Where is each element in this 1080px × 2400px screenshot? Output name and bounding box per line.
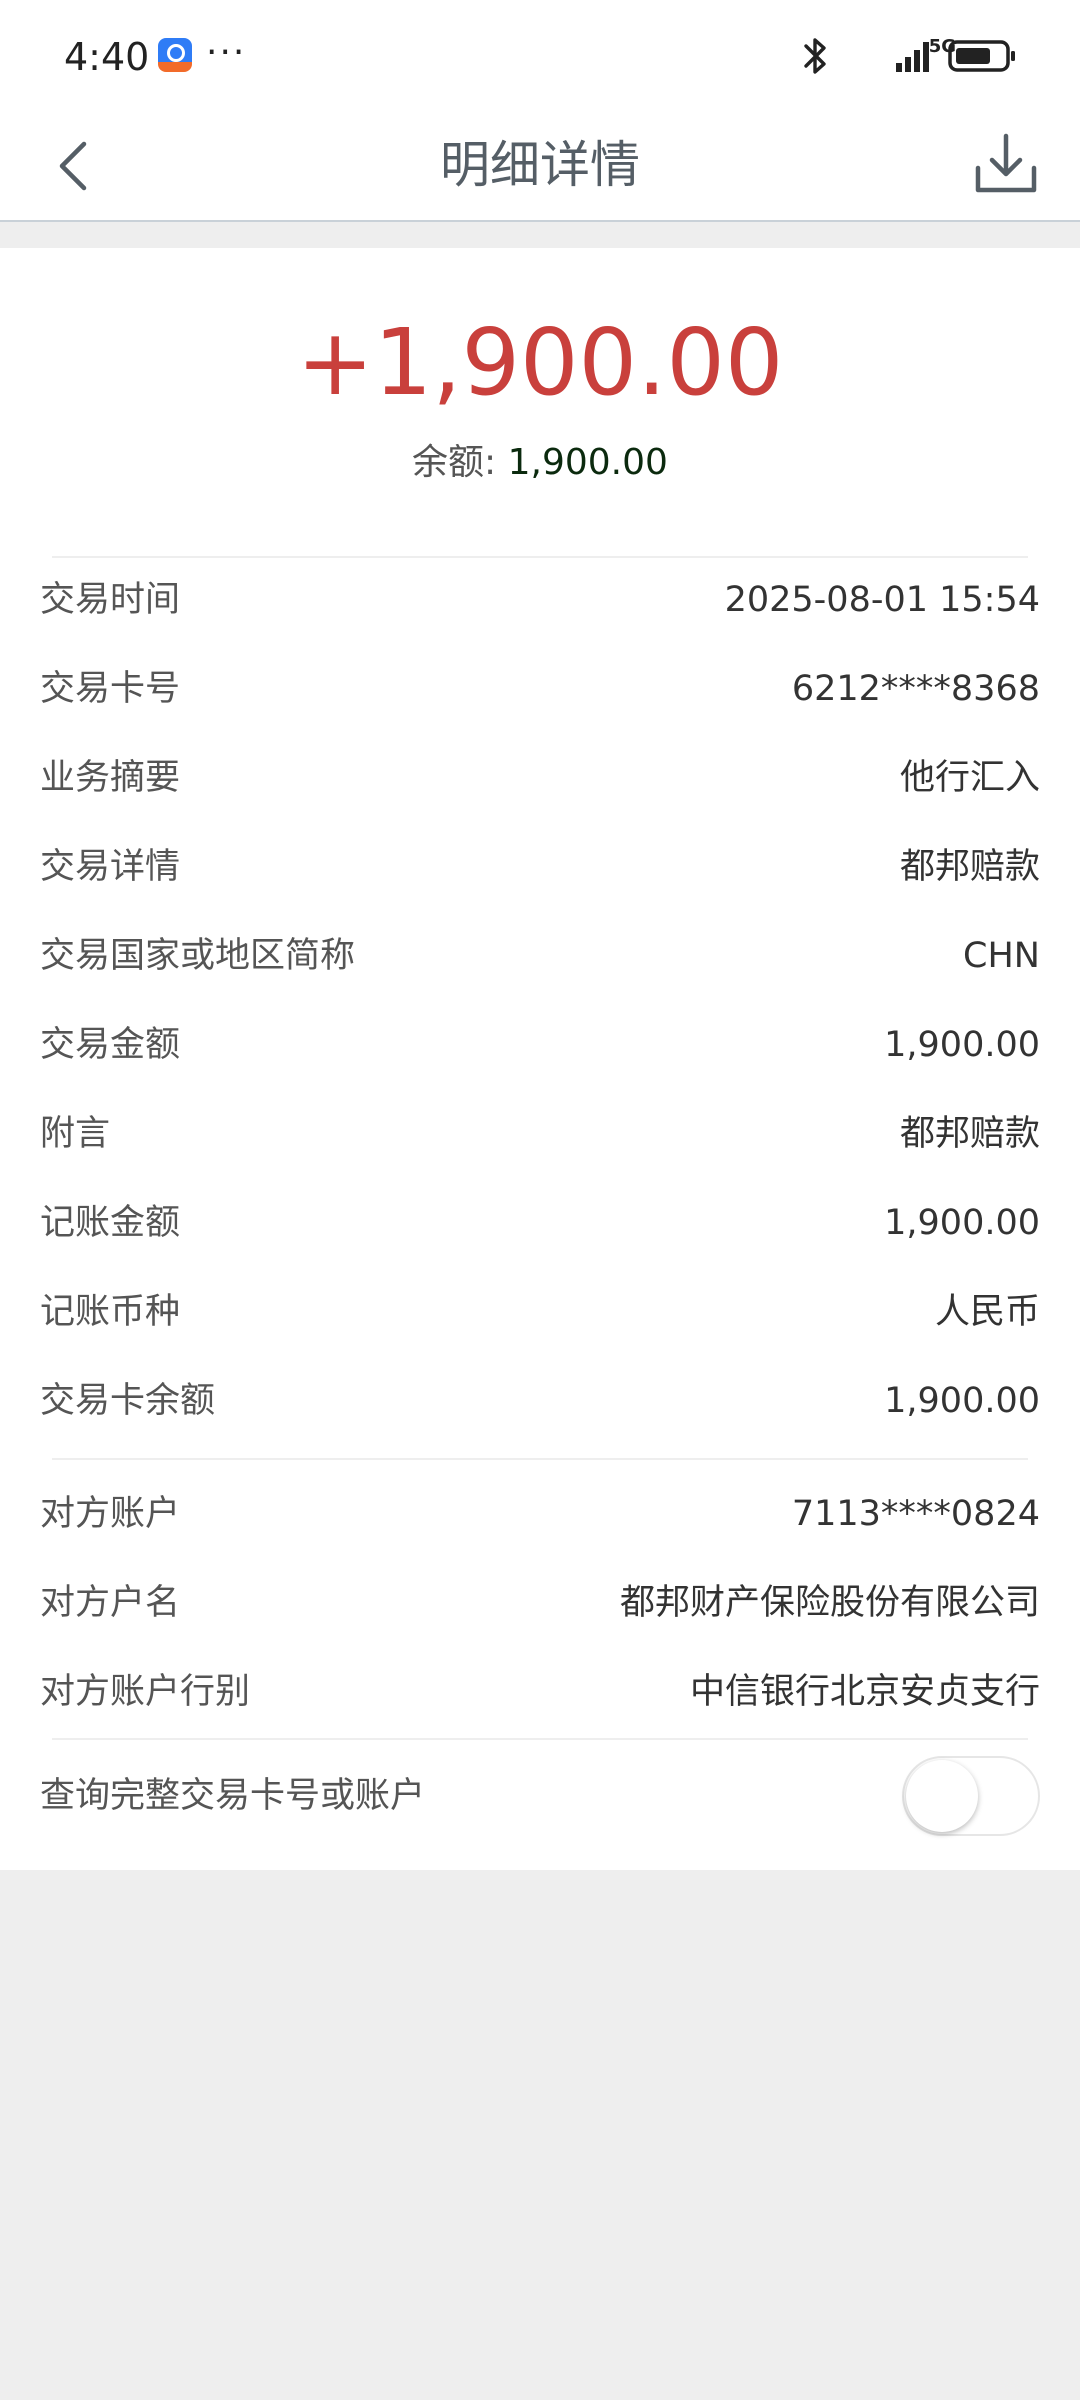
detail-value: 人民币 — [934, 1292, 1040, 1332]
detail-value: 7113****0824 — [791, 1494, 1040, 1534]
detail-label: 附言 — [40, 1114, 111, 1154]
detail-row-country: 交易国家或地区简称 CHN — [40, 916, 1040, 996]
detail-row-remark: 附言 都邦赔款 — [40, 1094, 1040, 1174]
page-title: 明细详情 — [440, 136, 640, 194]
detail-value: 2025-08-01 15:54 — [724, 580, 1040, 620]
divider — [52, 556, 1028, 558]
detail-label: 对方账户行别 — [40, 1672, 251, 1712]
detail-row-currency: 记账币种 人民币 — [40, 1272, 1040, 1352]
signal-icon — [894, 39, 934, 73]
detail-label: 交易详情 — [40, 847, 181, 887]
full-number-toggle[interactable] — [902, 1756, 1040, 1836]
detail-label: 业务摘要 — [40, 758, 181, 798]
detail-row-posted-amount: 记账金额 1,900.00 — [40, 1183, 1040, 1263]
balance-row: 余额: 1,900.00 — [0, 438, 1080, 488]
detail-row-counterparty-bank: 对方账户行别 中信银行北京安贞支行 — [40, 1652, 1040, 1732]
detail-row-transaction-time: 交易时间 2025-08-01 15:54 — [40, 560, 1040, 640]
detail-label: 交易卡余额 — [40, 1381, 216, 1421]
status-bar: 4:40 ··· 5G — [0, 0, 1080, 110]
detail-value: 中信银行北京安贞支行 — [689, 1672, 1040, 1712]
detail-row-counterparty-name: 对方户名 都邦财产保险股份有限公司 — [40, 1563, 1040, 1643]
detail-label: 记账币种 — [40, 1292, 181, 1332]
detail-label: 交易金额 — [40, 1025, 181, 1065]
status-icons — [798, 34, 1018, 78]
status-time: 4:40 — [64, 35, 150, 79]
detail-label: 记账金额 — [40, 1203, 181, 1243]
detail-value: 1,900.00 — [884, 1381, 1040, 1421]
detail-label: 交易时间 — [40, 580, 181, 620]
detail-label: 对方账户 — [40, 1494, 181, 1534]
divider — [52, 1458, 1028, 1460]
detail-row-counterparty-account: 对方账户 7113****0824 — [40, 1474, 1040, 1554]
detail-value: CHN — [963, 936, 1040, 976]
detail-value: 都邦赔款 — [899, 1114, 1040, 1154]
header-bar: 明细详情 — [0, 110, 1080, 222]
detail-row-transaction-amount: 交易金额 1,900.00 — [40, 1005, 1040, 1085]
bluetooth-icon — [798, 36, 832, 76]
detail-value: 6212****8368 — [791, 669, 1040, 709]
detail-label: 对方户名 — [40, 1583, 181, 1623]
detail-row-card-number: 交易卡号 6212****8368 — [40, 649, 1040, 729]
battery-icon — [948, 39, 1018, 73]
download-icon[interactable] — [970, 124, 1042, 204]
detail-label: 交易国家或地区简称 — [40, 936, 356, 976]
transaction-detail-card: +1,900.00 余额: 1,900.00 交易时间 2025-08-01 1… — [0, 248, 1080, 1870]
toggle-knob[interactable] — [906, 1760, 978, 1832]
detail-row-card-balance: 交易卡余额 1,900.00 — [40, 1361, 1040, 1441]
app-notification-icon — [158, 38, 192, 72]
detail-value: 1,900.00 — [884, 1203, 1040, 1243]
transaction-amount: +1,900.00 — [296, 309, 784, 416]
detail-row-summary: 业务摘要 他行汇入 — [40, 738, 1040, 818]
balance-value: 1,900.00 — [507, 442, 668, 483]
detail-value: 都邦财产保险股份有限公司 — [619, 1583, 1040, 1623]
balance-label: 余额: — [412, 442, 508, 483]
toggle-row-full-number: 查询完整交易卡号或账户 — [40, 1756, 1040, 1836]
toggle-label: 查询完整交易卡号或账户 — [40, 1776, 426, 1816]
detail-value: 都邦赔款 — [899, 847, 1040, 887]
divider — [52, 1738, 1028, 1740]
more-notifications-icon: ··· — [206, 32, 247, 73]
detail-row-transaction-detail: 交易详情 都邦赔款 — [40, 827, 1040, 907]
detail-value: 1,900.00 — [884, 1025, 1040, 1065]
detail-value: 他行汇入 — [899, 758, 1040, 798]
detail-label: 交易卡号 — [40, 669, 181, 709]
